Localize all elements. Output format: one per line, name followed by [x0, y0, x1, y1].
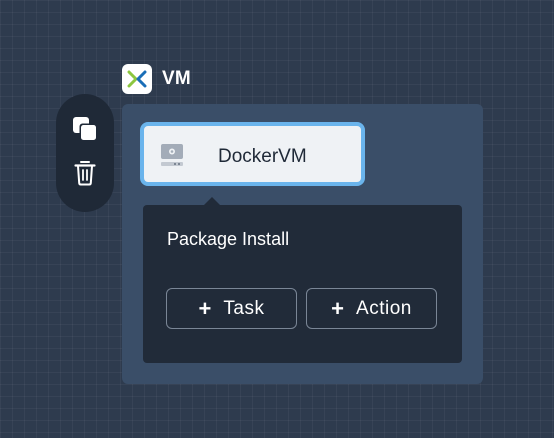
service-card-dockervm[interactable]: DockerVM	[140, 122, 365, 186]
vm-logo	[122, 64, 152, 94]
add-task-label: Task	[223, 297, 265, 319]
popover-title: Package Install	[167, 229, 290, 249]
vm-header: VM	[122, 64, 191, 94]
add-task-button[interactable]: + Task	[166, 288, 297, 329]
server-icon	[161, 144, 183, 166]
plus-icon: +	[198, 295, 212, 321]
trash-icon	[74, 161, 96, 186]
service-name: DockerVM	[218, 146, 307, 167]
add-action-label: Action	[356, 297, 412, 319]
side-toolbar	[56, 94, 114, 212]
vm-title: VM	[162, 68, 191, 89]
nutanix-x-logo-icon	[127, 70, 147, 88]
copy-button[interactable]	[69, 113, 101, 145]
copy-icon	[73, 117, 97, 141]
plus-icon: +	[331, 295, 345, 321]
add-action-button[interactable]: + Action	[306, 288, 437, 329]
delete-button[interactable]	[69, 157, 101, 189]
